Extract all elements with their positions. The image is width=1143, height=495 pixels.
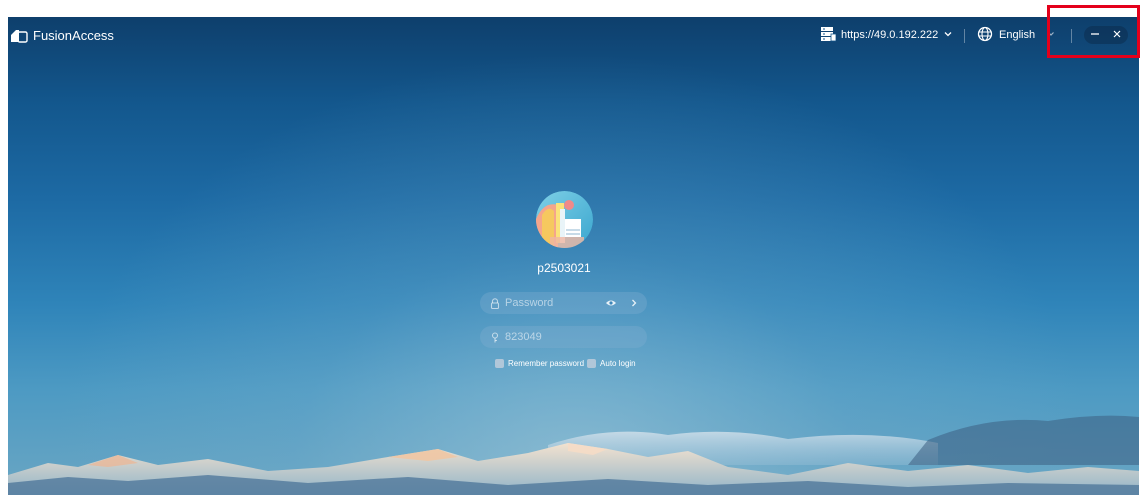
auto-login-option[interactable]: Auto login <box>587 359 636 368</box>
key-icon <box>489 331 501 343</box>
auto-login-label: Auto login <box>600 359 636 368</box>
fusionaccess-window: FusionAccess https://49.0.192.222 Englis… <box>8 17 1139 495</box>
verification-code-input[interactable]: 823049 <box>505 331 647 343</box>
auto-login-checkbox[interactable] <box>587 359 597 368</box>
login-options: Remember password Auto login <box>495 359 639 368</box>
remember-password-label: Remember password <box>508 359 585 368</box>
username-label: p2503021 <box>537 261 591 275</box>
screen: FusionAccess https://49.0.192.222 Englis… <box>0 0 1143 495</box>
mountain-landscape <box>8 415 1139 495</box>
verification-code-field[interactable]: 823049 <box>480 326 647 348</box>
window-controls-highlight <box>1047 5 1140 58</box>
remember-password-checkbox[interactable] <box>495 359 504 368</box>
eye-icon[interactable] <box>605 297 617 309</box>
login-arrow-button[interactable] <box>628 297 640 309</box>
lock-icon <box>489 297 501 309</box>
remember-password-option[interactable]: Remember password <box>495 359 584 368</box>
password-field[interactable]: Password <box>480 292 647 314</box>
password-input[interactable]: Password <box>505 297 647 309</box>
avatar <box>536 191 593 248</box>
